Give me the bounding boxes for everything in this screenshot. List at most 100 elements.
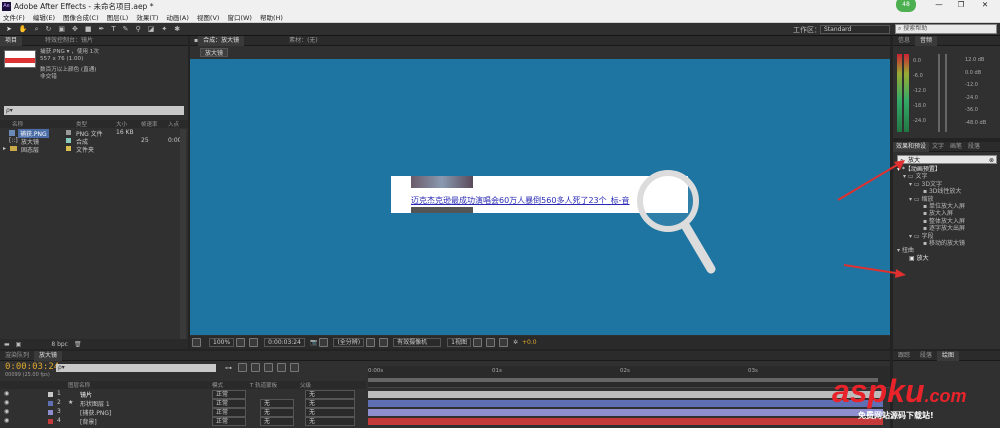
pen-tool-icon[interactable]: ✒ (99, 25, 105, 33)
tree-item[interactable]: ▪ 逐字放大出屏 (895, 225, 998, 232)
timeline-search-input[interactable]: ρ▾ (56, 364, 216, 372)
tab-timeline-comp[interactable]: 放大镜 (34, 350, 63, 361)
tab-effect-controls[interactable]: 特效控制台：镜片 (40, 36, 98, 46)
puppet-tool-icon[interactable]: ✱ (174, 25, 180, 33)
pan-tool-icon[interactable]: ✥ (72, 25, 78, 33)
layer-bar[interactable] (368, 391, 883, 398)
project-row[interactable]: [::] 放大镜 合成 25 0:00 (0, 137, 188, 146)
tree-item[interactable]: ▪ 放大入屏 (895, 210, 998, 217)
hand-tool-icon[interactable]: ✋ (19, 25, 28, 33)
zoom-select[interactable]: 100% (209, 338, 235, 347)
tab-render-queue[interactable]: 渲染队列 (0, 351, 34, 361)
menu-file[interactable]: 文件(F) (3, 12, 25, 22)
tree-item[interactable]: ▪ 3D线性放大 (895, 188, 998, 195)
tree-item[interactable]: ▾ ▭ 文字 (895, 173, 998, 180)
new-comp-icon[interactable]: ▣ (16, 341, 22, 348)
layer-label-color[interactable] (48, 419, 53, 424)
effects-search-input[interactable]: ⌕ 放大 ⊗ (897, 155, 997, 164)
col-in[interactable]: 入点 (168, 120, 179, 128)
menu-layer[interactable]: 图层(L) (107, 12, 129, 22)
tab-composition[interactable]: 合成：放大镜 (198, 35, 245, 46)
brush-tool-icon[interactable]: ✎ (123, 25, 129, 33)
current-time[interactable]: 0:00:03:24 (264, 338, 305, 347)
menu-effect[interactable]: 效果(T) (136, 12, 158, 22)
menu-edit[interactable]: 编辑(E) (33, 12, 55, 22)
layer-label-color[interactable] (48, 401, 53, 406)
camera-tool-icon[interactable]: ▣ (58, 25, 65, 33)
motion-blur-icon[interactable] (277, 363, 286, 372)
tab-paragraph[interactable]: 段落 (965, 142, 983, 152)
tab-footage[interactable]: 素材：(无) (284, 36, 323, 46)
layer-row[interactable]: ◉ 3 [捕获.PNG] 正常 无 无 (0, 408, 890, 417)
layer-label-color[interactable] (48, 410, 53, 415)
trash-icon[interactable]: 🗑 (74, 341, 82, 348)
eye-icon[interactable]: ◉ (4, 399, 9, 406)
selection-tool-icon[interactable]: ➤ (6, 25, 12, 33)
maximize-button[interactable]: ❐ (952, 0, 970, 9)
graph-editor-icon[interactable] (290, 363, 299, 372)
comp-chip[interactable]: 放大镜 (200, 48, 229, 57)
clone-tool-icon[interactable]: ⚲ (136, 25, 141, 33)
menu-animation[interactable]: 动画(A) (166, 12, 189, 22)
mask-tool-icon[interactable]: ■ (85, 25, 92, 33)
project-scrollbar[interactable] (180, 129, 186, 339)
menu-window[interactable]: 窗口(W) (227, 12, 252, 22)
grid-icon[interactable] (249, 338, 259, 347)
project-row[interactable]: 捕获.PNG PNG 文件 16 KB (0, 129, 188, 138)
toggle-pixel-icon[interactable] (472, 338, 482, 347)
exposure-value[interactable]: +0.0 (522, 339, 537, 346)
channel-icon[interactable] (319, 338, 329, 347)
tab-tracker[interactable]: 跟踪 (893, 351, 915, 361)
menu-composition[interactable]: 图像合成(C) (63, 12, 99, 22)
tab-audio[interactable]: 音频 (915, 35, 938, 46)
layer-bar[interactable] (368, 418, 883, 425)
text-tool-icon[interactable]: T (111, 25, 115, 33)
eye-icon[interactable]: ◉ (4, 417, 9, 424)
layer-label-color[interactable] (48, 392, 53, 397)
tab-character[interactable]: 文字 (929, 142, 947, 152)
update-badge[interactable]: 48 (896, 0, 916, 12)
col-size[interactable]: 大小 (116, 120, 127, 128)
workspace-select[interactable]: Standard (820, 25, 890, 34)
tree-item[interactable]: ▾ ▭ 缩放 (895, 196, 998, 203)
new-folder-icon[interactable]: ▬ (4, 341, 10, 348)
tree-item[interactable]: ▾ 扭曲 (895, 247, 998, 254)
layer-row[interactable]: ◉ 2 ★ 形状图层 1 正常 无 无 (0, 399, 890, 408)
menu-help[interactable]: 帮助(H) (260, 12, 283, 22)
camera-select[interactable]: 有效摄像机 (393, 338, 442, 347)
menu-view[interactable]: 视图(V) (197, 12, 220, 22)
col-name[interactable]: 名称 (12, 120, 23, 128)
tab-paint[interactable]: 绘图 (937, 350, 960, 361)
views-select[interactable]: 1视图 (447, 338, 471, 347)
timeline-icon[interactable] (498, 338, 508, 347)
tab-paragraph2[interactable]: 段落 (915, 351, 937, 361)
tree-item[interactable]: ▾ ▭ 字段 (895, 233, 998, 240)
snapshot-icon[interactable]: 📷 (310, 339, 317, 346)
resolution-select[interactable]: (全分辨) (333, 338, 365, 347)
audio-slider[interactable] (938, 54, 940, 132)
fast-preview-icon[interactable] (485, 338, 495, 347)
transparency-grid-icon[interactable] (379, 338, 389, 347)
col-type[interactable]: 类型 (76, 120, 87, 128)
eye-icon[interactable]: ◉ (4, 390, 9, 397)
tab-info[interactable]: 信息 (893, 36, 915, 46)
shy-icon[interactable] (251, 363, 260, 372)
always-preview-icon[interactable] (192, 338, 201, 347)
tab-project[interactable]: 项目 (0, 35, 23, 46)
eye-icon[interactable]: ◉ (4, 408, 9, 415)
expand-arrow-icon[interactable]: ▸ (3, 145, 6, 152)
time-ruler[interactable]: 0:00s 01s 02s 03s (368, 366, 890, 388)
roto-tool-icon[interactable]: ✦ (161, 25, 167, 33)
project-row[interactable]: ▸ 固态层 文件夹 (0, 145, 188, 154)
frame-blend-icon[interactable] (264, 363, 273, 372)
tree-item[interactable]: ▣ 放大 (895, 255, 998, 262)
tab-brush[interactable]: 画笔 (947, 142, 965, 152)
eraser-tool-icon[interactable]: ◪ (148, 25, 155, 33)
close-button[interactable]: ✕ (976, 0, 994, 9)
audio-slider[interactable] (945, 54, 947, 132)
zoom-tool-icon[interactable]: ⌕ (35, 25, 39, 34)
timeline-timecode[interactable]: 0:00:03:24 (5, 362, 59, 372)
comp-flowchart-icon[interactable]: ⊶ (225, 364, 232, 372)
layer-row[interactable]: ◉ 1 镜片 正常 无 (0, 390, 890, 399)
flowchart-icon[interactable]: ✲ (513, 339, 518, 346)
